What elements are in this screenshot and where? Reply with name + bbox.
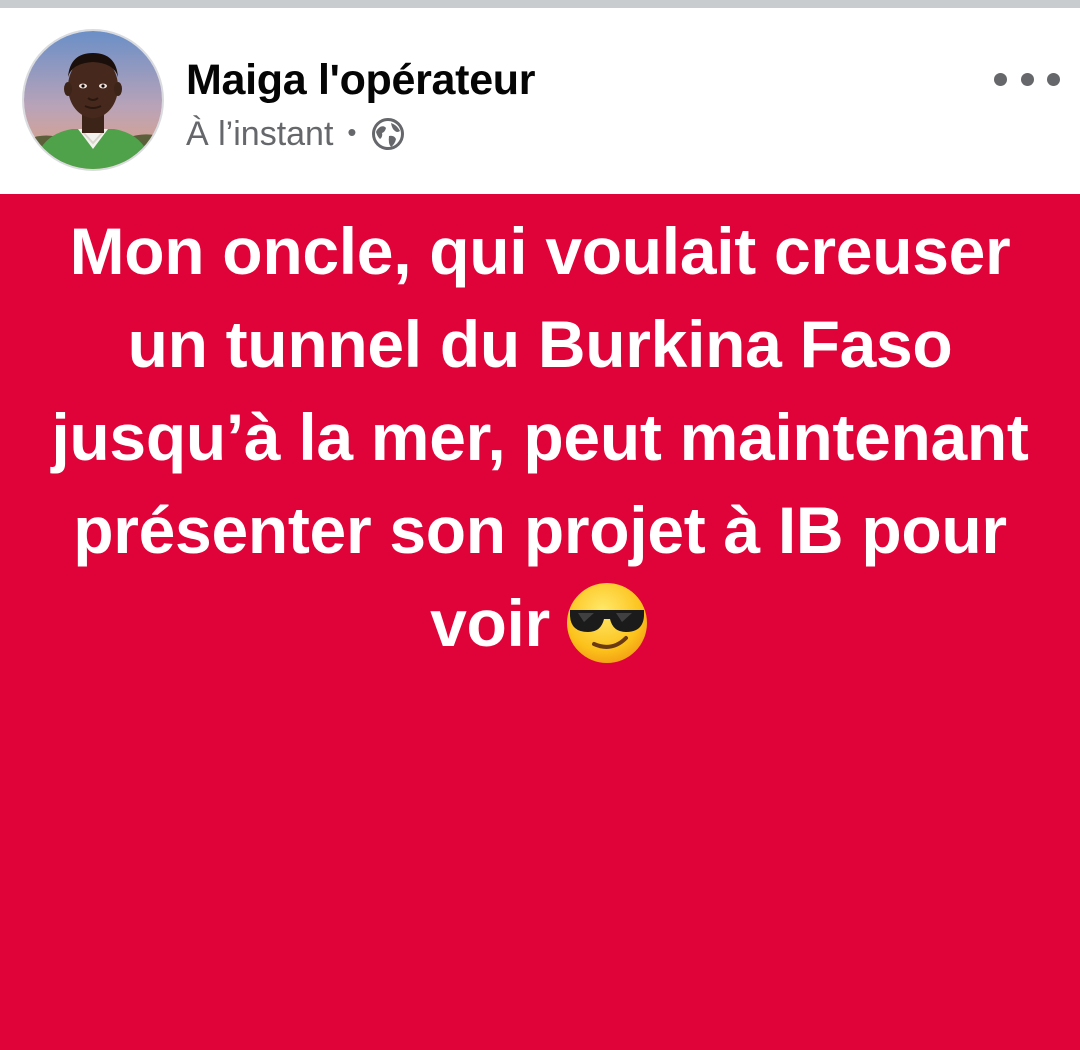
post-text-line: un tunnel du Burkina Faso — [127, 307, 953, 381]
post-text-last-line: voir — [20, 577, 1060, 670]
globe-icon[interactable] — [371, 117, 405, 151]
post-meta: À l’instant • — [186, 114, 405, 154]
status-bar-divider — [0, 0, 1080, 8]
post-text-line: présenter son projet à IB pour — [73, 493, 1007, 567]
post-text-line: Mon oncle, qui voulait creuser — [69, 214, 1011, 288]
post-timestamp[interactable]: À l’instant — [186, 115, 333, 154]
smiling-face-with-sunglasses-icon — [564, 580, 650, 666]
avatar[interactable] — [22, 29, 164, 171]
post-text-line: jusqu’à la mer, peut maintenant — [51, 400, 1029, 474]
meta-separator: • — [347, 116, 357, 147]
author-name[interactable]: Maiga l'opérateur — [186, 56, 536, 105]
post-text-line: voir — [430, 586, 550, 660]
post-text: Mon oncle, qui voulait creuser un tunnel… — [20, 205, 1060, 670]
more-options-icon[interactable] — [994, 64, 1060, 94]
post-header: Maiga l'opérateur À l’instant • — [0, 8, 1080, 193]
